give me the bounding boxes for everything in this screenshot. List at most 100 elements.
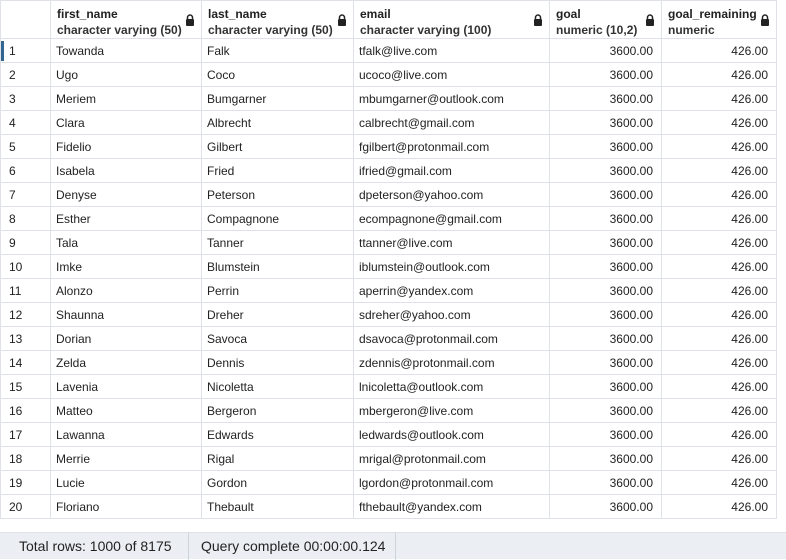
row-number[interactable]: 13 — [0, 326, 51, 351]
cell-goal-remaining[interactable]: 426.00 — [661, 254, 777, 279]
cell-first-name[interactable]: Fidelio — [50, 134, 202, 159]
row-number[interactable]: 9 — [0, 230, 51, 255]
cell-email[interactable]: ttanner@live.com — [353, 230, 550, 255]
cell-email[interactable]: calbrecht@gmail.com — [353, 110, 550, 135]
cell-goal[interactable]: 3600.00 — [549, 110, 662, 135]
table-row[interactable]: 19 Lucie Gordon lgordon@protonmail.com 3600.… — [0, 470, 777, 495]
cell-goal[interactable]: 3600.00 — [549, 38, 662, 63]
table-row[interactable]: 13 Dorian Savoca dsavoca@protonmail.com 3600… — [0, 326, 777, 351]
row-number[interactable]: 16 — [0, 398, 51, 423]
cell-email[interactable]: aperrin@yandex.com — [353, 278, 550, 303]
row-number[interactable]: 10 — [0, 254, 51, 279]
cell-last-name[interactable]: Dennis — [201, 350, 354, 375]
cell-goal-remaining[interactable]: 426.00 — [661, 134, 777, 159]
row-number[interactable]: 17 — [0, 422, 51, 447]
cell-email[interactable]: dpeterson@yahoo.com — [353, 182, 550, 207]
cell-last-name[interactable]: Albrecht — [201, 110, 354, 135]
cell-goal[interactable]: 3600.00 — [549, 470, 662, 495]
cell-first-name[interactable]: Lavenia — [50, 374, 202, 399]
cell-goal-remaining[interactable]: 426.00 — [661, 422, 777, 447]
cell-email[interactable]: lnicoletta@outlook.com — [353, 374, 550, 399]
cell-first-name[interactable]: Isabela — [50, 158, 202, 183]
cell-first-name[interactable]: Denyse — [50, 182, 202, 207]
cell-first-name[interactable]: Tala — [50, 230, 202, 255]
table-row[interactable]: 10 Imke Blumstein iblumstein@outlook.com 360… — [0, 254, 777, 279]
cell-goal-remaining[interactable]: 426.00 — [661, 110, 777, 135]
table-row[interactable]: 15 Lavenia Nicoletta lnicoletta@outlook.com… — [0, 374, 777, 399]
cell-email[interactable]: zdennis@protonmail.com — [353, 350, 550, 375]
cell-goal-remaining[interactable]: 426.00 — [661, 470, 777, 495]
cell-last-name[interactable]: Compagnone — [201, 206, 354, 231]
cell-first-name[interactable]: Esther — [50, 206, 202, 231]
table-row[interactable]: 3 Meriem Bumgarner mbumgarner@outlook.com 36… — [0, 86, 777, 111]
table-row[interactable]: 11 Alonzo Perrin aperrin@yandex.com 3600.00 4… — [0, 278, 777, 303]
row-number[interactable]: 20 — [0, 494, 51, 519]
cell-email[interactable]: mbergeron@live.com — [353, 398, 550, 423]
cell-goal[interactable]: 3600.00 — [549, 350, 662, 375]
table-row[interactable]: 1 Towanda Falk tfalk@live.com 3600.00 426.00 — [0, 38, 777, 63]
column-header-first-name[interactable]: first_name character varying (50) — [50, 0, 202, 39]
cell-goal-remaining[interactable]: 426.00 — [661, 158, 777, 183]
cell-last-name[interactable]: Tanner — [201, 230, 354, 255]
cell-goal[interactable]: 3600.00 — [549, 62, 662, 87]
cell-last-name[interactable]: Rigal — [201, 446, 354, 471]
cell-goal-remaining[interactable]: 426.00 — [661, 302, 777, 327]
cell-first-name[interactable]: Shaunna — [50, 302, 202, 327]
row-number[interactable]: 5 — [0, 134, 51, 159]
cell-email[interactable]: tfalk@live.com — [353, 38, 550, 63]
cell-goal-remaining[interactable]: 426.00 — [661, 182, 777, 207]
row-number[interactable]: 11 — [0, 278, 51, 303]
column-header-goal[interactable]: goal numeric (10,2) — [549, 0, 662, 39]
cell-goal-remaining[interactable]: 426.00 — [661, 398, 777, 423]
cell-first-name[interactable]: Imke — [50, 254, 202, 279]
cell-email[interactable]: fthebault@yandex.com — [353, 494, 550, 519]
cell-last-name[interactable]: Blumstein — [201, 254, 354, 279]
cell-last-name[interactable]: Coco — [201, 62, 354, 87]
cell-first-name[interactable]: Clara — [50, 110, 202, 135]
cell-first-name[interactable]: Merrie — [50, 446, 202, 471]
cell-goal-remaining[interactable]: 426.00 — [661, 86, 777, 111]
cell-first-name[interactable]: Towanda — [50, 38, 202, 63]
cell-first-name[interactable]: Alonzo — [50, 278, 202, 303]
cell-goal[interactable]: 3600.00 — [549, 278, 662, 303]
cell-goal[interactable]: 3600.00 — [549, 86, 662, 111]
column-header-last-name[interactable]: last_name character varying (50) — [201, 0, 354, 39]
cell-goal-remaining[interactable]: 426.00 — [661, 278, 777, 303]
cell-goal[interactable]: 3600.00 — [549, 422, 662, 447]
row-number[interactable]: 2 — [0, 62, 51, 87]
cell-first-name[interactable]: Lawanna — [50, 422, 202, 447]
cell-goal[interactable]: 3600.00 — [549, 302, 662, 327]
cell-goal[interactable]: 3600.00 — [549, 446, 662, 471]
cell-goal[interactable]: 3600.00 — [549, 206, 662, 231]
column-header-goal-remaining[interactable]: goal_remaining numeric — [661, 0, 777, 39]
row-number[interactable]: 19 — [0, 470, 51, 495]
cell-last-name[interactable]: Savoca — [201, 326, 354, 351]
table-row[interactable]: 14 Zelda Dennis zdennis@protonmail.com 3600.… — [0, 350, 777, 375]
cell-goal-remaining[interactable]: 426.00 — [661, 326, 777, 351]
cell-last-name[interactable]: Fried — [201, 158, 354, 183]
cell-first-name[interactable]: Meriem — [50, 86, 202, 111]
cell-goal-remaining[interactable]: 426.00 — [661, 230, 777, 255]
table-row[interactable]: 18 Merrie Rigal mrigal@protonmail.com 3600.0… — [0, 446, 777, 471]
cell-goal[interactable]: 3600.00 — [549, 398, 662, 423]
row-number[interactable]: 12 — [0, 302, 51, 327]
cell-first-name[interactable]: Dorian — [50, 326, 202, 351]
cell-goal-remaining[interactable]: 426.00 — [661, 206, 777, 231]
row-number[interactable]: 14 — [0, 350, 51, 375]
cell-first-name[interactable]: Floriano — [50, 494, 202, 519]
cell-goal[interactable]: 3600.00 — [549, 326, 662, 351]
cell-goal-remaining[interactable]: 426.00 — [661, 62, 777, 87]
row-number[interactable]: 6 — [0, 158, 51, 183]
table-row[interactable]: 16 Matteo Bergeron mbergeron@live.com 3600.0… — [0, 398, 777, 423]
cell-last-name[interactable]: Perrin — [201, 278, 354, 303]
cell-last-name[interactable]: Bergeron — [201, 398, 354, 423]
table-row[interactable]: 17 Lawanna Edwards ledwards@outlook.com 3600… — [0, 422, 777, 447]
cell-goal[interactable]: 3600.00 — [549, 374, 662, 399]
cell-goal[interactable]: 3600.00 — [549, 134, 662, 159]
cell-first-name[interactable]: Lucie — [50, 470, 202, 495]
column-header-email[interactable]: email character varying (100) — [353, 0, 550, 39]
cell-last-name[interactable]: Falk — [201, 38, 354, 63]
table-row[interactable]: 20 Floriano Thebault fthebault@yandex.com 36… — [0, 494, 777, 519]
cell-goal-remaining[interactable]: 426.00 — [661, 38, 777, 63]
cell-goal-remaining[interactable]: 426.00 — [661, 494, 777, 519]
